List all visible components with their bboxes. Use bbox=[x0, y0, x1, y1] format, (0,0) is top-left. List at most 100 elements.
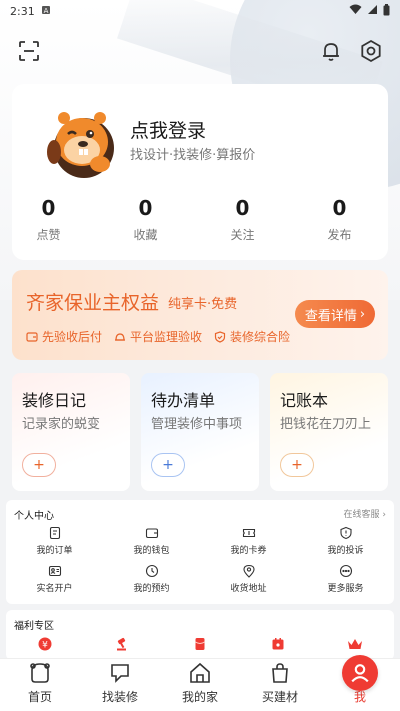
stat-value: 0 bbox=[138, 196, 153, 220]
grid-item-coupons[interactable]: 我的卡券 bbox=[200, 526, 297, 556]
service-grid: 我的订单 我的钱包 我的卡券 我的投诉 实名开户 我的预约 收货地址 更多服务 bbox=[6, 526, 394, 594]
chevron-right-icon: › bbox=[359, 306, 366, 322]
id-card-icon bbox=[48, 565, 61, 577]
feature-label: 装修综合险 bbox=[230, 330, 291, 344]
personal-center: 个人中心 在线客服 › 我的订单 我的钱包 我的卡券 我的投诉 实名开户 我的预… bbox=[6, 500, 394, 604]
grid-item-label: 我的卡券 bbox=[230, 546, 267, 556]
decoration-diary-card[interactable]: 装修日记 记录家的蜕变 + bbox=[12, 373, 130, 491]
stats-row: 0 点赞 0 收藏 0 关注 0 发布 bbox=[12, 196, 388, 243]
notification-icon: A bbox=[41, 5, 51, 18]
coupon-icon bbox=[242, 528, 255, 538]
calendar-icon[interactable] bbox=[270, 636, 286, 652]
profile-card[interactable]: 点我登录 找设计·找装修·算报价 0 点赞 0 收藏 0 关注 0 发布 bbox=[12, 84, 388, 260]
grid-item-orders[interactable]: 我的订单 bbox=[6, 526, 103, 556]
me-avatar-badge bbox=[342, 655, 378, 691]
red-packet-icon[interactable] bbox=[192, 636, 208, 652]
grid-item-label: 更多服务 bbox=[327, 584, 364, 594]
online-service-link[interactable]: 在线客服 › bbox=[344, 507, 386, 520]
chat-bubble-icon bbox=[111, 664, 129, 683]
status-time: 2:31 bbox=[10, 4, 35, 18]
payment-icon bbox=[26, 331, 38, 342]
avatar[interactable] bbox=[42, 102, 122, 182]
nav-buy-materials[interactable]: 买建材 bbox=[240, 659, 320, 711]
grid-item-complaints[interactable]: 我的投诉 bbox=[297, 526, 394, 556]
top-actions bbox=[0, 36, 400, 68]
view-details-label: 查看详情 bbox=[304, 308, 357, 324]
todo-list-card[interactable]: 待办清单 管理装修中事项 + bbox=[141, 373, 259, 491]
banner-title: 齐家保业主权益 bbox=[26, 292, 160, 314]
feature-label: 先验收后付 bbox=[42, 330, 103, 344]
stat-likes[interactable]: 0 点赞 bbox=[0, 196, 97, 243]
feature-item: 平台监理验收 bbox=[114, 328, 202, 345]
ledger-card[interactable]: 记账本 把钱花在刀刃上 + bbox=[270, 373, 388, 491]
bell-icon[interactable] bbox=[316, 36, 346, 66]
nav-label: 我的家 bbox=[181, 690, 218, 704]
stat-following[interactable]: 0 关注 bbox=[194, 196, 291, 243]
stat-label: 发布 bbox=[327, 228, 352, 242]
feature-item: 先验收后付 bbox=[26, 328, 102, 345]
grid-item-address[interactable]: 收货地址 bbox=[200, 564, 297, 594]
rights-banner[interactable]: 齐家保业主权益 纯享卡·免费 查看详情 › 先验收后付 平台监理验收 装修综合险 bbox=[12, 270, 388, 360]
signal-icon bbox=[367, 4, 378, 18]
nav-my-home[interactable]: 我的家 bbox=[160, 659, 240, 711]
grid-item-label: 我的订单 bbox=[36, 546, 73, 556]
nav-home[interactable]: 首页 bbox=[0, 659, 80, 711]
yuan-coin-icon[interactable]: ¥ bbox=[37, 636, 53, 652]
stat-favorites[interactable]: 0 收藏 bbox=[97, 196, 194, 243]
add-button[interactable]: + bbox=[280, 453, 314, 477]
banner-features: 先验收后付 平台监理验收 装修综合险 bbox=[26, 328, 290, 345]
grid-item-label: 收货地址 bbox=[230, 584, 267, 594]
user-icon bbox=[351, 664, 369, 683]
helmet-icon bbox=[115, 332, 126, 341]
feature-label: 平台监理验收 bbox=[130, 330, 203, 344]
shopping-bag-icon bbox=[272, 663, 288, 683]
grid-item-wallet[interactable]: 我的钱包 bbox=[103, 526, 200, 556]
nav-label: 找装修 bbox=[101, 690, 138, 704]
grid-item-label: 我的预约 bbox=[133, 584, 170, 594]
clock-icon bbox=[145, 564, 158, 578]
wifi-icon bbox=[349, 4, 362, 18]
order-icon bbox=[49, 526, 60, 540]
card-title: 待办清单 bbox=[151, 391, 216, 410]
nav-me[interactable]: 我 bbox=[320, 655, 400, 711]
login-title[interactable]: 点我登录 bbox=[130, 116, 206, 143]
welfare-zone: 福利专区 ¥ bbox=[6, 610, 394, 660]
wallet-icon bbox=[145, 528, 158, 539]
settings-icon[interactable] bbox=[356, 36, 386, 66]
add-button[interactable]: + bbox=[151, 453, 185, 477]
card-title: 装修日记 bbox=[22, 391, 87, 410]
svg-text:A: A bbox=[43, 7, 48, 15]
stat-value: 0 bbox=[41, 196, 56, 220]
add-button[interactable]: + bbox=[22, 453, 56, 477]
section-title: 福利专区 bbox=[14, 621, 54, 632]
nav-label: 买建材 bbox=[261, 690, 298, 704]
location-icon bbox=[242, 564, 255, 578]
svg-text:¥: ¥ bbox=[42, 641, 48, 651]
stat-label: 点赞 bbox=[36, 228, 61, 242]
grid-item-realname[interactable]: 实名开户 bbox=[6, 564, 103, 594]
stat-posts[interactable]: 0 发布 bbox=[291, 196, 388, 243]
nav-label: 首页 bbox=[27, 690, 52, 704]
nav-find-renovation[interactable]: 找装修 bbox=[80, 659, 160, 711]
crown-icon[interactable] bbox=[347, 636, 363, 652]
grid-item-more[interactable]: 更多服务 bbox=[297, 564, 394, 594]
more-icon bbox=[339, 564, 352, 578]
grid-item-label: 我的投诉 bbox=[327, 546, 364, 556]
grid-item-appointments[interactable]: 我的预约 bbox=[103, 564, 200, 594]
grid-item-label: 我的钱包 bbox=[133, 546, 170, 556]
section-title: 个人中心 bbox=[14, 511, 54, 522]
beaver-home-icon bbox=[30, 663, 50, 683]
welfare-icons: ¥ bbox=[6, 636, 394, 652]
grid-item-label: 实名开户 bbox=[36, 584, 73, 594]
view-details-button[interactable]: 查看详情 › bbox=[295, 300, 375, 328]
status-bar: 2:31 A bbox=[0, 0, 400, 22]
scan-icon[interactable] bbox=[14, 36, 44, 66]
complaint-icon bbox=[339, 526, 352, 540]
feature-item: 装修综合险 bbox=[214, 328, 290, 345]
card-title: 记账本 bbox=[280, 391, 329, 410]
login-subtitle: 找设计·找装修·算报价 bbox=[130, 148, 256, 163]
bottom-nav: 首页 找装修 我的家 买建材 我 bbox=[0, 655, 400, 711]
gavel-icon[interactable] bbox=[114, 636, 130, 652]
stat-value: 0 bbox=[235, 196, 250, 220]
card-subtitle: 把钱花在刀刃上 bbox=[280, 417, 372, 432]
